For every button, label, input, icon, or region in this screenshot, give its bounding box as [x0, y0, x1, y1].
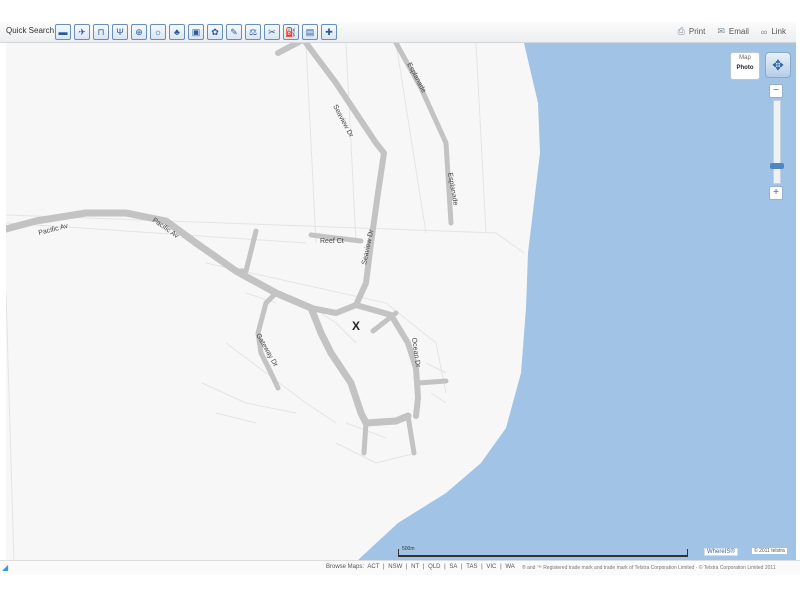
quick-search-toolbar: Quick Search ▬ ✈ ⊓ Ψ ⊕ ☼ ♣ ▣ ✿ ✎ ⚖ ✂ ⛽ ▤ ✚ ⎙ Print ✉ E…	[0, 22, 796, 43]
scale-bar	[398, 549, 688, 557]
link-separator: |	[479, 564, 485, 570]
whereis-logo[interactable]: WhereIS®	[704, 548, 738, 556]
scale-label: 500m	[402, 546, 415, 552]
printer-icon: ⎙	[677, 26, 685, 36]
browse-maps-links: Browse Maps: ACT | NSW | NT | QLD | SA |…	[326, 564, 519, 570]
fuel-icon[interactable]: ⛽	[283, 24, 299, 40]
corner-icon: ◢	[2, 563, 9, 572]
map-graphic: Seaview Dr Seaview Dr Esplanade Esplanad…	[6, 43, 796, 560]
print-button[interactable]: ⎙ Print	[678, 26, 706, 37]
shopping-icon[interactable]: ▤	[302, 24, 318, 40]
street-label-reef-ct: Reef Ct	[320, 238, 344, 245]
beauty-icon[interactable]: ✂	[264, 24, 280, 40]
services-icon[interactable]: ✿	[207, 24, 223, 40]
zoom-control: − +	[769, 84, 784, 200]
zoom-out-button[interactable]: −	[769, 84, 783, 98]
state-link-nt[interactable]: NT	[411, 564, 419, 570]
link-separator: |	[404, 564, 410, 570]
restaurant-icon[interactable]: Ψ	[112, 24, 128, 40]
zoom-in-button[interactable]: +	[769, 186, 783, 200]
medical-icon[interactable]: ✚	[321, 24, 337, 40]
link-separator: |	[421, 564, 427, 570]
page-footer: ◢ Browse Maps: ACT | NSW | NT | QLD | SA…	[0, 560, 800, 575]
state-link-sa[interactable]: SA	[449, 564, 457, 570]
link-button[interactable]: ∞ Link	[761, 26, 786, 37]
map-photo-toggle[interactable]: Map Photo	[730, 52, 760, 80]
link-separator: |	[498, 564, 504, 570]
chain-link-icon: ∞	[760, 26, 768, 37]
browse-maps-label: Browse Maps:	[326, 564, 365, 570]
trades-icon[interactable]: ✎	[226, 24, 242, 40]
state-link-wa[interactable]: WA	[505, 564, 514, 570]
car-services-icon[interactable]: ▣	[188, 24, 204, 40]
link-separator: |	[381, 564, 387, 570]
location-marker[interactable]: X	[352, 319, 360, 333]
recreation-icon[interactable]: ☼	[150, 24, 166, 40]
link-label: Link	[771, 27, 786, 36]
public-transport-icon[interactable]: ⊓	[93, 24, 109, 40]
quick-search-icons: ▬ ✈ ⊓ Ψ ⊕ ☼ ♣ ▣ ✿ ✎ ⚖ ✂ ⛽ ▤ ✚	[55, 24, 337, 40]
parks-icon[interactable]: ♣	[169, 24, 185, 40]
map-view-option[interactable]: Map	[731, 53, 759, 63]
state-link-qld[interactable]: QLD	[428, 564, 440, 570]
pan-control-icon[interactable]: ✥	[765, 52, 791, 78]
road-segment	[361, 420, 369, 456]
state-link-nsw[interactable]: NSW	[388, 564, 402, 570]
map-tools: ⎙ Print ✉ Email ∞ Link	[678, 26, 786, 37]
state-link-act[interactable]: ACT	[367, 564, 379, 570]
attraction-icon[interactable]: ⊕	[131, 24, 147, 40]
print-label: Print	[688, 27, 706, 36]
link-separator: |	[459, 564, 465, 570]
road-segment	[415, 378, 449, 386]
zoom-slider-track[interactable]	[770, 100, 784, 184]
airport-icon[interactable]: ✈	[74, 24, 90, 40]
state-link-vic[interactable]: VIC	[486, 564, 496, 570]
state-links: ACT | NSW | NT | QLD | SA | TAS | VIC | …	[367, 564, 516, 570]
accommodation-icon[interactable]: ▬	[55, 24, 71, 40]
map-copyright: © 2011 telstra	[752, 548, 787, 554]
state-link-tas[interactable]: TAS	[466, 564, 477, 570]
photo-view-option[interactable]: Photo	[731, 63, 759, 73]
envelope-icon: ✉	[717, 26, 725, 36]
email-label: Email	[728, 27, 749, 36]
legal-icon[interactable]: ⚖	[245, 24, 261, 40]
email-button[interactable]: ✉ Email	[717, 26, 749, 37]
map-canvas[interactable]: Seaview Dr Seaview Dr Esplanade Esplanad…	[6, 43, 796, 560]
quick-search-label: Quick Search	[6, 26, 55, 35]
footer-copyright: ® and ™ Registered trade mark and trade …	[522, 565, 776, 571]
zoom-slider-handle[interactable]	[770, 163, 784, 169]
link-separator: |	[442, 564, 448, 570]
